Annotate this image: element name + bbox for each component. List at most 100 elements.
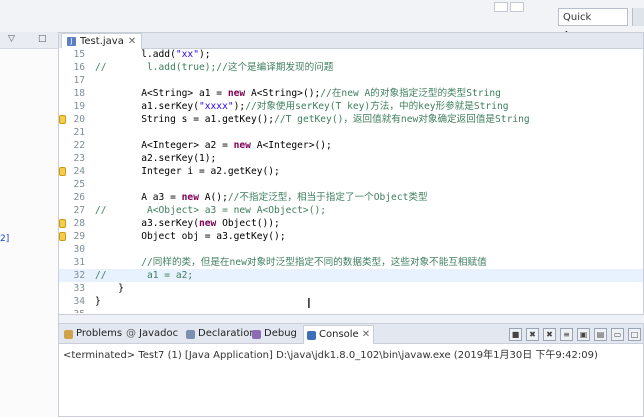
- tab-label: Declaration: [198, 328, 256, 339]
- code-line[interactable]: 19 a1.serKey("xxxx");//对象使用serKey(T key)…: [59, 100, 643, 113]
- code-line[interactable]: 21: [59, 126, 643, 139]
- minimize-icon[interactable]: ▽: [8, 34, 15, 44]
- open-console-icon[interactable]: ▤: [594, 328, 607, 341]
- code-text: a1.serKey("xxxx");//对象使用serKey(T key)方法，…: [95, 101, 509, 112]
- left-pane-header: ▽ □: [0, 32, 58, 49]
- code-text: a3.serKey(new Object());: [95, 218, 280, 229]
- tab-console[interactable]: Console ✕: [303, 325, 375, 344]
- code-text: // l.add(true);//这个是编译期发现的问题: [95, 62, 334, 73]
- scroll-lock-icon[interactable]: ≡: [560, 328, 573, 341]
- line-number: 27: [73, 205, 85, 216]
- line-number: 18: [73, 88, 85, 99]
- line-number: 16: [73, 62, 85, 73]
- line-number: 34: [73, 296, 85, 307]
- code-text: l.add("xx");: [95, 49, 211, 60]
- tab-test-java[interactable]: J Test.java ✕: [61, 33, 143, 49]
- terminate-icon[interactable]: ■: [509, 328, 522, 341]
- line-number: 20: [73, 114, 85, 125]
- line-number: 21: [73, 127, 85, 138]
- code-text: String s = a1.getKey();//T getKey()，返回值就…: [95, 114, 530, 125]
- code-text: a2.serKey(1);: [95, 153, 217, 164]
- editor-tab-row: J Test.java ✕: [59, 33, 643, 49]
- code-line[interactable]: 23 a2.serKey(1);: [59, 152, 643, 165]
- code-line[interactable]: 30: [59, 243, 643, 256]
- code-line[interactable]: 29 Object obj = a3.getKey();: [59, 230, 643, 243]
- code-text: A<Integer> a2 = new A<Integer>();: [95, 140, 332, 151]
- code-line[interactable]: 34}: [59, 295, 643, 308]
- code-line[interactable]: 20 String s = a1.getKey();//T getKey()，返…: [59, 113, 643, 126]
- code-line[interactable]: 35: [59, 308, 643, 313]
- code-text: //同样的类，但是在new对象时泛型指定不同的数据类型，这些对象不能互相赋值: [141, 257, 487, 268]
- minimize-icon[interactable]: ▭: [611, 328, 624, 341]
- line-number: 28: [73, 218, 85, 229]
- line-number: 23: [73, 153, 85, 164]
- tab-javadoc[interactable]: @ Javadoc: [123, 325, 181, 343]
- code-text: A a3 = new A();//不指定泛型，相当于指定了一个Object类型: [95, 192, 428, 203]
- code-line[interactable]: 16 // l.add(true);//这个是编译期发现的问题: [59, 61, 643, 74]
- code-text: }: [95, 296, 101, 307]
- open-perspective-button[interactable]: [632, 8, 644, 26]
- code-line[interactable]: 24 Integer i = a2.getKey();: [59, 165, 643, 178]
- line-number: 19: [73, 101, 85, 112]
- console-toolbar: ■ ✖ ✖ ≡ ▣ ▤ ▭ □: [509, 328, 641, 341]
- code-line[interactable]: 31 //同样的类，但是在new对象时泛型指定不同的数据类型，这些对象不能互相赋…: [59, 256, 643, 269]
- line-number: 15: [73, 49, 85, 60]
- bottom-tab-row: Problems @ Javadoc Declaration Debug Con…: [59, 324, 643, 344]
- text-cursor-icon: I: [307, 297, 311, 312]
- code-line[interactable]: 28 a3.serKey(new Object());: [59, 217, 643, 230]
- line-number: 22: [73, 140, 85, 151]
- perspective-icon[interactable]: [494, 2, 508, 12]
- line-number: 29: [73, 231, 85, 242]
- at-icon: @: [126, 328, 136, 339]
- line-number: 33: [73, 283, 85, 294]
- line-number: 24: [73, 166, 85, 177]
- code-editor[interactable]: J Test.java ✕ 15 l.add("xx"); 16// l.add(…: [58, 32, 644, 315]
- remove-launch-icon[interactable]: ✖: [526, 328, 539, 341]
- code-line[interactable]: 27 // A<Object> a3 = new A<Object>();: [59, 204, 643, 217]
- tab-label: Problems: [76, 328, 123, 339]
- quick-access-input[interactable]: Quick Access: [558, 8, 628, 41]
- code-line[interactable]: 22 A<Integer> a2 = new A<Integer>();: [59, 139, 643, 152]
- code-line[interactable]: 33 }: [59, 282, 643, 295]
- maximize-icon[interactable]: □: [38, 34, 47, 44]
- console-icon: [307, 330, 316, 340]
- maximize-icon[interactable]: □: [628, 328, 641, 341]
- code-line[interactable]: 32 // a1 = a2;: [59, 269, 643, 282]
- code-text: Integer i = a2.getKey();: [95, 166, 280, 177]
- pin-console-icon[interactable]: ▣: [577, 328, 590, 341]
- code-text: A<String> a1 = new A<String>();//在new A的…: [95, 88, 501, 99]
- close-icon[interactable]: ✕: [362, 326, 370, 344]
- code-line[interactable]: 17: [59, 74, 643, 87]
- tab-label: Console: [319, 329, 359, 340]
- left-pane: ▽ □ 2]: [0, 32, 59, 417]
- close-icon[interactable]: ✕: [128, 34, 136, 49]
- declaration-icon: [186, 329, 195, 339]
- tab-declaration[interactable]: Declaration: [183, 325, 259, 343]
- line-number: 17: [73, 75, 85, 86]
- code-line[interactable]: 26 A a3 = new A();//不指定泛型，相当于指定了一个Object…: [59, 191, 643, 204]
- warning-icon: [64, 329, 73, 339]
- code-area[interactable]: 15 l.add("xx"); 16// l.add(true);//这个是编译期…: [59, 48, 643, 313]
- remove-all-icon[interactable]: ✖: [543, 328, 556, 341]
- line-number: 31: [73, 257, 85, 268]
- tab-problems[interactable]: Problems: [61, 325, 125, 343]
- line-number: 30: [73, 244, 85, 255]
- code-line[interactable]: 25: [59, 178, 643, 191]
- code-text: Object obj = a3.getKey();: [95, 231, 286, 242]
- code-text: // a1 = a2;: [95, 270, 194, 281]
- tab-label: Javadoc: [139, 328, 179, 339]
- console-output: <terminated> Test7 (1) [Java Application…: [63, 350, 598, 361]
- tab-label: Test.java: [80, 36, 124, 47]
- left-pane-snippet: 2]: [0, 234, 10, 244]
- line-number: 35: [65, 308, 85, 313]
- line-number: 26: [73, 192, 85, 203]
- tab-debug[interactable]: Debug: [249, 325, 300, 343]
- bottom-panel: Problems @ Javadoc Declaration Debug Con…: [58, 323, 644, 417]
- line-number: 32: [73, 270, 85, 281]
- top-toolbar: Quick Access: [0, 0, 644, 41]
- code-line[interactable]: 18 A<String> a1 = new A<String>();//在new…: [59, 87, 643, 100]
- toolbar-icons: [494, 2, 524, 12]
- perspective-icon[interactable]: [510, 2, 524, 12]
- code-line[interactable]: 15 l.add("xx");: [59, 48, 643, 61]
- tab-label: Debug: [264, 328, 297, 339]
